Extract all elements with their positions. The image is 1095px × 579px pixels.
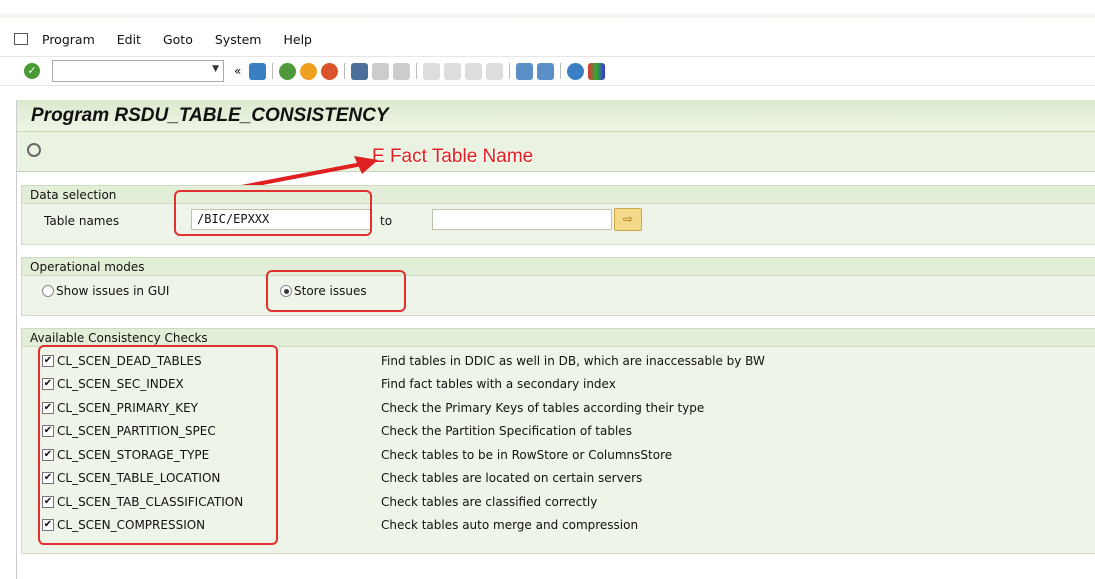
check-description: Check the Primary Keys of tables accordi…	[381, 400, 705, 415]
first-page-icon[interactable]	[423, 62, 441, 80]
chevron-down-icon[interactable]: ▼	[212, 64, 219, 74]
check-description: Find fact tables with a secondary index	[381, 377, 616, 392]
enter-check-icon[interactable]: ✓	[24, 63, 40, 79]
back-icon[interactable]	[279, 62, 297, 80]
divider	[344, 63, 346, 79]
find-icon[interactable]	[372, 62, 390, 80]
next-page-icon[interactable]	[465, 62, 483, 80]
check-description: Find tables in DDIC as well in DB, which…	[381, 353, 765, 368]
operational-modes-group: Operational modes Show issues in GUI Sto…	[21, 257, 1095, 316]
print-icon[interactable]	[351, 62, 369, 80]
divider	[560, 63, 562, 79]
check-description: Check tables auto merge and compression	[381, 518, 639, 533]
multiple-selection-button[interactable]: ⇨	[614, 208, 642, 231]
check-description: Check tables to be in RowStore or Column…	[381, 447, 673, 462]
menu-edit[interactable]: Edit	[117, 32, 141, 47]
check-description: Check tables are located on certain serv…	[381, 471, 643, 486]
menu-goto[interactable]: Goto	[163, 32, 193, 47]
menu-window-icon[interactable]	[14, 33, 28, 45]
data-selection-group: Data selection Table names /BIC/EPXXX to…	[21, 185, 1095, 245]
system-toolbar: ✓ ▼ «	[0, 56, 1095, 86]
menu-help[interactable]: Help	[283, 32, 312, 47]
menu-program[interactable]: Program	[42, 32, 95, 47]
table-names-label: Table names	[44, 214, 120, 228]
program-screen: Program RSDU_TABLE_CONSISTENCY E Fact Ta…	[16, 100, 1095, 579]
help-icon[interactable]	[567, 62, 585, 80]
window-top-edge	[0, 12, 1095, 18]
show-issues-radio[interactable]: Show issues in GUI	[42, 284, 169, 298]
previous-page-icon[interactable]	[444, 62, 462, 80]
customize-layout-icon[interactable]	[588, 62, 606, 80]
new-session-icon[interactable]	[516, 62, 534, 80]
to-label: to	[380, 214, 393, 228]
cancel-icon[interactable]	[321, 62, 339, 80]
page-title: Program RSDU_TABLE_CONSISTENCY	[17, 100, 1095, 132]
exit-icon[interactable]	[300, 62, 318, 80]
radio-label: Show issues in GUI	[56, 284, 170, 298]
check-description: Check the Partition Specification of tab…	[381, 424, 632, 439]
collapse-icon[interactable]: «	[234, 64, 241, 78]
menu-system[interactable]: System	[215, 32, 262, 47]
menu-bar: Program Edit Goto System Help	[14, 28, 334, 50]
last-page-icon[interactable]	[486, 62, 504, 80]
highlight-box	[266, 270, 406, 312]
table-names-to-input[interactable]	[432, 209, 612, 230]
save-icon[interactable]	[249, 62, 267, 80]
highlight-box	[174, 190, 372, 236]
divider	[509, 63, 511, 79]
radio-button[interactable]	[42, 285, 54, 297]
annotation-label: E Fact Table Name	[372, 146, 534, 167]
shortcut-icon[interactable]	[537, 62, 555, 80]
highlight-box	[38, 345, 278, 545]
consistency-checks-group: Available Consistency Checks ✔ CL_SCEN_DE…	[21, 328, 1095, 554]
check-description: Check tables are classified correctly	[381, 494, 598, 509]
execute-icon[interactable]	[27, 143, 41, 157]
command-field[interactable]: ▼	[52, 60, 224, 82]
divider	[416, 63, 418, 79]
divider	[272, 63, 274, 79]
group-header: Operational modes	[22, 258, 1095, 276]
application-toolbar	[17, 132, 1095, 172]
find-next-icon[interactable]	[393, 62, 411, 80]
